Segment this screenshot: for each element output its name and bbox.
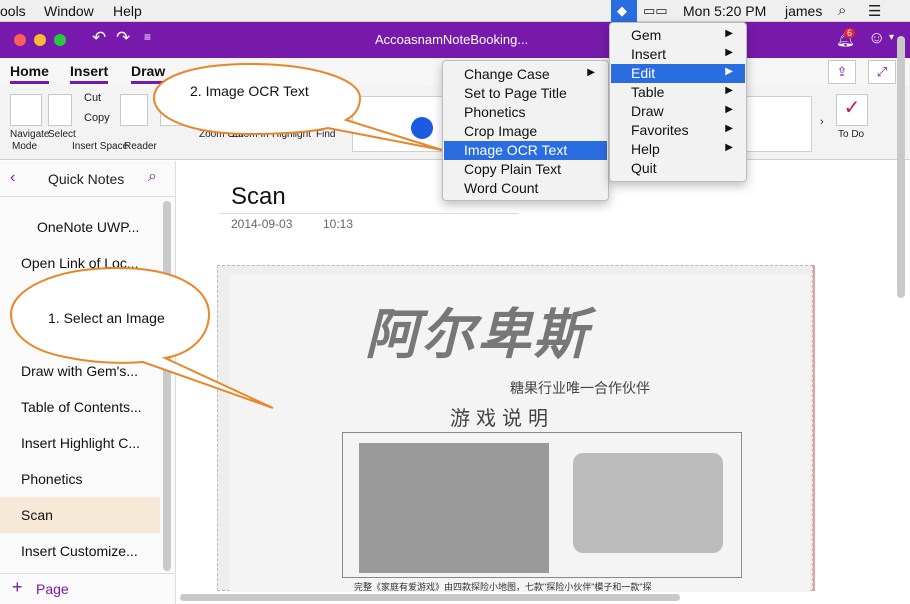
menu-item-set-page-title[interactable]: Set to Page Title [444, 84, 607, 103]
menu-item-insert[interactable]: Insert ▶ [611, 45, 745, 64]
menu-item-word-count[interactable]: Word Count [444, 179, 607, 198]
clipboard-icon[interactable] [10, 94, 42, 126]
cut-button[interactable]: Cut [84, 92, 101, 104]
menu-item-gem[interactable]: Gem ▶ [611, 26, 745, 45]
notification-badge: 6 [844, 28, 856, 38]
tab-home[interactable]: Home [10, 63, 49, 84]
menu-item-change-case[interactable]: Change Case ▶ [444, 65, 607, 84]
scan-image-container[interactable]: 阿尔卑斯 糖果行业唯一合作伙伴 游戏说明 完整《家庭有爱游戏》由四款探险小地图，… [217, 265, 813, 592]
redo-icon[interactable]: ↷ [116, 28, 130, 48]
ribbon-label-insert-space: Insert Space [72, 141, 129, 152]
chevron-right-icon: ▶ [725, 85, 733, 96]
page-date: 2014-09-03 [231, 217, 293, 231]
list-item[interactable]: Insert Customize... [0, 533, 160, 569]
menu-item-table[interactable]: Table ▶ [611, 83, 745, 102]
gem-icon: ◆ [617, 3, 627, 18]
horizontal-scrollbar[interactable] [180, 594, 680, 601]
page-margin-line [813, 265, 815, 591]
chevron-down-icon[interactable]: ▾ [889, 32, 894, 43]
menu-tools[interactable]: ools [0, 3, 26, 19]
section-title: Quick Notes [48, 171, 125, 187]
scan-game-board [342, 432, 742, 578]
window-title: AccoasnamNoteBooking... [375, 32, 529, 47]
pages-pane-header: ‹ Quick Notes ⌕ [0, 161, 176, 197]
copy-button[interactable]: Copy [84, 112, 110, 124]
edit-submenu: Change Case ▶ Set to Page Title Phonetics… [442, 60, 609, 201]
mac-menu-bar: ools Window Help ◆ ▭▭ Mon 5:20 PM james … [0, 0, 910, 22]
menu-item-edit[interactable]: Edit ▶ [611, 64, 745, 83]
callout-step1 [9, 266, 274, 409]
scan-map [359, 443, 549, 573]
menu-item-favorites[interactable]: Favorites ▶ [611, 121, 745, 140]
list-item[interactable]: Phonetics [0, 461, 160, 497]
gallery-more-icon[interactable]: › [820, 116, 824, 128]
reader-icon[interactable] [120, 94, 148, 126]
scan-figures [573, 453, 723, 553]
callout-step2 [152, 62, 443, 151]
callout-step1-text: 1. Select an Image [48, 310, 165, 326]
scan-image[interactable]: 阿尔卑斯 糖果行业唯一合作伙伴 游戏说明 完整《家庭有爱游戏》由四款探险小地图，… [230, 274, 810, 592]
chevron-right-icon: ▶ [587, 67, 595, 78]
title-divider [219, 213, 519, 214]
menu-item-draw[interactable]: Draw ▶ [611, 102, 745, 121]
callout-bubble [9, 266, 274, 409]
chevron-right-icon: ▶ [725, 47, 733, 58]
todo-label: To Do [838, 129, 865, 140]
callout-bubble [152, 62, 443, 151]
scan-footer: 完整《家庭有爱游戏》由四款探险小地图，七款"探险小伙伴"模子和一款"探 [354, 582, 652, 592]
list-icon[interactable]: ☰ [868, 2, 881, 20]
ribbon-label-mode: Mode [12, 141, 38, 152]
page-title[interactable]: Scan [231, 183, 286, 211]
clock: Mon 5:20 PM [683, 3, 767, 19]
ribbon-label-navigate: Navigate [10, 129, 50, 140]
expand-icon[interactable]: ⤢ [868, 60, 896, 84]
chevron-right-icon: ▶ [725, 142, 733, 153]
list-item[interactable]: Insert Highlight C... [0, 425, 160, 461]
back-icon[interactable]: ‹ [10, 169, 15, 187]
callout-step2-text: 2. Image OCR Text [190, 83, 309, 99]
add-page-label: Page [36, 581, 69, 597]
menu-item-copy-plain-text[interactable]: Copy Plain Text [444, 160, 607, 179]
tab-insert[interactable]: Insert [70, 63, 109, 84]
todo-checkbox-icon[interactable]: ✓ [836, 94, 868, 126]
display-icon[interactable]: ▭▭ [643, 3, 668, 19]
gem-menu: Gem ▶ Insert ▶ Edit ▶ Table ▶ Draw ▶ Favorite… [609, 22, 747, 182]
smiley-icon[interactable]: ☺ [868, 28, 885, 48]
page-canvas[interactable]: Scan 2014-09-03 10:13 阿尔卑斯 糖果行业唯一合作伙伴 游戏… [177, 161, 897, 592]
maximize-icon[interactable] [54, 34, 66, 46]
menu-item-image-ocr-text[interactable]: Image OCR Text [444, 141, 607, 160]
menu-item-crop-image[interactable]: Crop Image [444, 122, 607, 141]
chevron-right-icon: ▶ [725, 123, 733, 134]
chevron-right-icon: ▶ [725, 104, 733, 115]
menu-item-help[interactable]: Help ▶ [611, 140, 745, 159]
scan-brand: 阿尔卑斯 [365, 305, 589, 365]
canvas-scrollbar[interactable] [897, 36, 905, 298]
close-icon[interactable] [14, 34, 26, 46]
search-icon[interactable]: ⌕ [148, 168, 157, 186]
search-icon[interactable]: ⌕ [838, 2, 846, 19]
chevron-right-icon: ▶ [725, 66, 733, 77]
page-time: 10:13 [323, 217, 354, 231]
user-name[interactable]: james [785, 3, 822, 19]
chevron-right-icon: ▶ [725, 28, 733, 39]
scan-tagline: 糖果行业唯一合作伙伴 [510, 380, 650, 396]
plus-icon: + [12, 577, 23, 597]
menu-item-phonetics[interactable]: Phonetics [444, 103, 607, 122]
minimize-icon[interactable] [34, 34, 46, 46]
list-item-selected[interactable]: Scan [0, 497, 160, 533]
title-bar: ↶ ↷ ≡ AccoasnamNoteBooking... 🔔︎ 6 ☺ ▾ [0, 22, 910, 58]
add-page-bar[interactable]: + Page [0, 573, 176, 604]
menu-window[interactable]: Window [44, 3, 94, 19]
ribbon-label-select: Select [48, 129, 76, 140]
menu-item-quit[interactable]: Quit [611, 159, 745, 178]
select-icon[interactable] [48, 94, 72, 126]
undo-icon[interactable]: ↶ [92, 28, 106, 48]
menu-help[interactable]: Help [113, 3, 142, 19]
list-item[interactable]: OneNote UWP... [0, 209, 160, 245]
customize-toolbar-icon[interactable]: ≡ [144, 30, 151, 44]
gem-status-item[interactable]: ◆ [611, 0, 637, 22]
share-icon[interactable]: ⇪ [828, 60, 856, 84]
scan-heading: 游戏说明 [450, 408, 554, 430]
